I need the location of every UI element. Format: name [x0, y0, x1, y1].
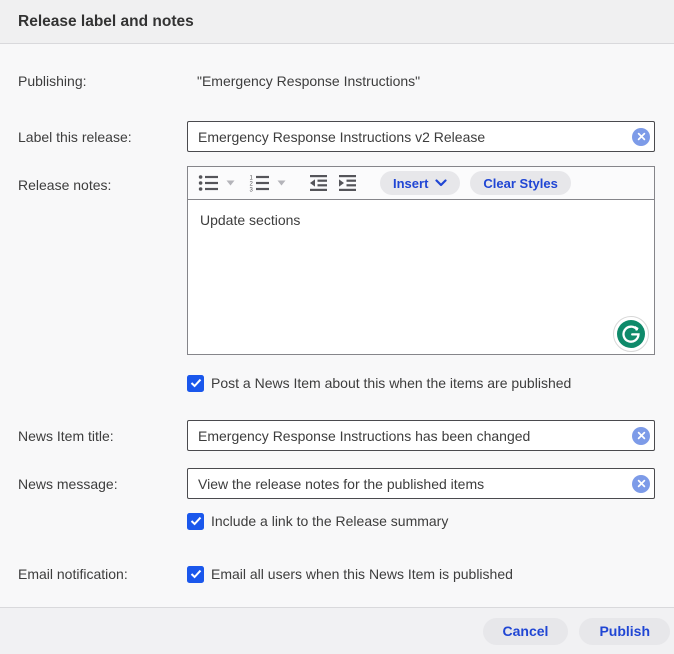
- insert-button-label: Insert: [393, 175, 429, 191]
- release-label-dialog: Release label and notes Publishing: "Eme…: [0, 0, 674, 654]
- insert-button[interactable]: Insert: [380, 171, 461, 195]
- news-message-field-wrap: [187, 468, 655, 499]
- release-label-row: Label this release:: [0, 121, 674, 152]
- post-news-checkbox-label: Post a News Item about this when the ite…: [211, 375, 572, 391]
- publishing-row: Publishing: "Emergency Response Instruct…: [0, 71, 674, 91]
- release-label-label: Label this release:: [18, 128, 132, 145]
- news-item-title-input[interactable]: [187, 420, 655, 451]
- checkmark-icon: [190, 516, 201, 526]
- editor-toolbar: 1 2 3 Insert Clear Styles: [188, 167, 654, 200]
- ordered-list-dropdown-icon[interactable]: [274, 178, 289, 188]
- clear-news-message-icon[interactable]: [632, 474, 650, 493]
- news-message-input[interactable]: [187, 468, 655, 499]
- news-item-title-row: News Item title:: [0, 420, 674, 451]
- release-label-input[interactable]: [187, 121, 655, 152]
- news-item-title-field-wrap: [187, 420, 655, 451]
- ordered-list-icon[interactable]: 1 2 3: [246, 172, 272, 194]
- release-notes-label: Release notes:: [18, 177, 112, 193]
- news-item-title-label: News Item title:: [18, 427, 114, 444]
- unordered-list-dropdown-icon[interactable]: [223, 178, 238, 188]
- email-all-checkbox[interactable]: [187, 565, 204, 583]
- email-all-checkbox-row: Email all users when this News Item is p…: [187, 564, 655, 584]
- publish-button[interactable]: Publish: [579, 617, 670, 645]
- chevron-down-icon: [435, 179, 448, 187]
- release-notes-row: Release notes: 1 2 3 Insert Clear Styles…: [0, 166, 674, 355]
- release-notes-text: Update sections: [200, 212, 301, 228]
- clear-styles-button[interactable]: Clear Styles: [470, 171, 571, 195]
- email-notification-row: Email notification: Email all users when…: [0, 564, 674, 584]
- cancel-button[interactable]: Cancel: [482, 617, 569, 645]
- include-link-checkbox-row: Include a link to the Release summary: [0, 511, 674, 531]
- include-link-checkbox-label: Include a link to the Release summary: [211, 513, 449, 529]
- unordered-list-icon[interactable]: [195, 172, 221, 194]
- email-notification-label: Email notification:: [18, 566, 128, 582]
- indent-icon[interactable]: [334, 172, 361, 194]
- news-message-label: News message:: [18, 475, 118, 492]
- news-message-row: News message:: [0, 468, 674, 499]
- release-notes-content[interactable]: Update sections: [188, 200, 654, 354]
- include-link-checkbox[interactable]: [187, 512, 204, 530]
- publishing-label: Publishing:: [18, 73, 87, 89]
- publishing-value: "Emergency Response Instructions": [197, 73, 421, 89]
- grammarly-icon[interactable]: [613, 316, 649, 352]
- dialog-header: Release label and notes: [0, 0, 674, 44]
- checkmark-icon: [190, 378, 201, 388]
- dialog-title: Release label and notes: [18, 12, 194, 30]
- email-all-checkbox-label: Email all users when this News Item is p…: [211, 566, 513, 582]
- clear-release-label-icon[interactable]: [632, 127, 650, 146]
- clear-news-title-icon[interactable]: [632, 426, 650, 445]
- post-news-checkbox-row: Post a News Item about this when the ite…: [0, 373, 674, 393]
- dialog-footer: Cancel Publish: [0, 607, 674, 654]
- release-label-field-wrap: [187, 121, 655, 152]
- release-notes-editor: 1 2 3 Insert Clear Styles Update section…: [187, 166, 655, 355]
- svg-text:3: 3: [250, 187, 254, 192]
- checkmark-icon: [190, 569, 201, 579]
- outdent-icon[interactable]: [305, 172, 332, 194]
- post-news-checkbox[interactable]: [187, 374, 204, 392]
